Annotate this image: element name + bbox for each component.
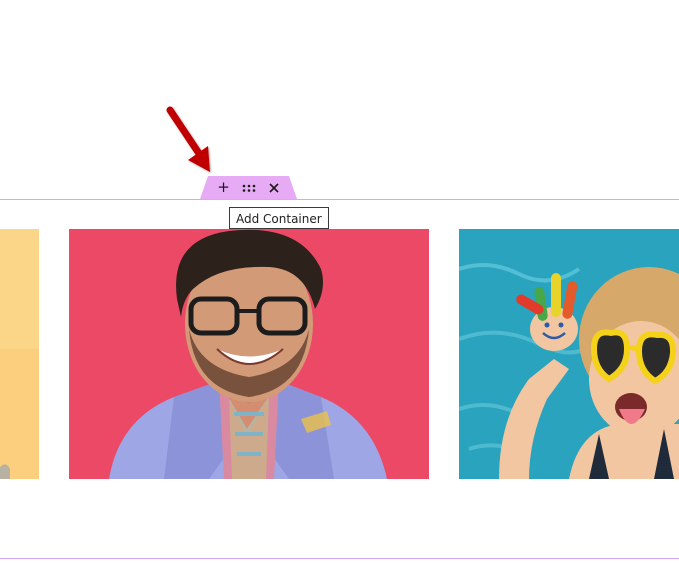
delete-section-button[interactable]	[261, 176, 286, 199]
add-container-button[interactable]: +	[211, 176, 236, 199]
close-icon	[268, 182, 279, 193]
gallery-image-middle[interactable]	[69, 229, 429, 479]
section-outline-top	[0, 199, 679, 200]
gallery-image-left[interactable]	[0, 229, 39, 479]
section-outline-bottom	[0, 558, 679, 559]
annotation-arrow-icon	[166, 106, 210, 172]
add-container-tooltip: Add Container	[229, 207, 329, 229]
yellow-photo-partial-image	[0, 229, 39, 479]
smiling-man-image	[69, 229, 429, 479]
plus-icon: +	[217, 178, 230, 196]
drag-section-button[interactable]	[236, 176, 261, 199]
child-painted-hand-image	[459, 229, 679, 479]
editor-canvas: + Add Container	[0, 0, 679, 563]
drag-handle-icon	[242, 184, 255, 192]
section-handle: +	[200, 176, 297, 199]
gallery-image-right[interactable]	[459, 229, 679, 479]
